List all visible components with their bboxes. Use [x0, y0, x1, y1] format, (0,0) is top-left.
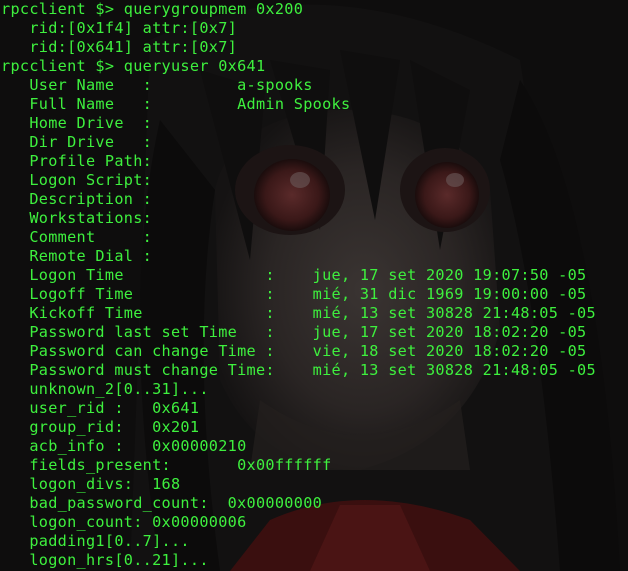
output-line: User Name : a-spooks [1, 76, 313, 94]
output-line: Password must change Time: mié, 13 set 3… [1, 361, 596, 379]
output-line: Logon Time : jue, 17 set 2020 19:07:50 -… [1, 266, 587, 284]
prompt-line: rpcclient $> queryuser 0x641 [1, 57, 266, 75]
output-line: logon_hrs[0..21]... [1, 551, 209, 569]
output-line: acb_info : 0x00000210 [1, 437, 247, 455]
output-line: fields_present: 0x00ffffff [1, 456, 332, 474]
output-line: Password last set Time : jue, 17 set 202… [1, 323, 587, 341]
output-line: rid:[0x641] attr:[0x7] [1, 38, 238, 56]
output-line: bad_password_count: 0x00000000 [1, 494, 323, 512]
output-line: unknown_2[0..31]... [1, 380, 209, 398]
prompt-line: rpcclient $> querygroupmem 0x200 [1, 0, 304, 18]
output-line: group_rid: 0x201 [1, 418, 200, 436]
output-line: Kickoff Time : mié, 13 set 30828 21:48:0… [1, 304, 596, 322]
output-line: Dir Drive : [1, 133, 153, 151]
output-line: Remote Dial : [1, 247, 153, 265]
output-line: Full Name : Admin Spooks [1, 95, 351, 113]
output-line: Password can change Time : vie, 18 set 2… [1, 342, 587, 360]
output-line: Home Drive : [1, 114, 153, 132]
output-line: logon_count: 0x00000006 [1, 513, 247, 531]
output-line: rid:[0x1f4] attr:[0x7] [1, 19, 238, 37]
terminal-output: rpcclient $> querygroupmem 0x200 rid:[0x… [1, 0, 596, 570]
output-line: Description : [1, 190, 153, 208]
terminal-window[interactable]: rpcclient $> querygroupmem 0x200 rid:[0x… [0, 0, 628, 571]
output-line: Comment : [1, 228, 153, 246]
output-line: padding1[0..7]... [1, 532, 190, 550]
output-line: user_rid : 0x641 [1, 399, 200, 417]
output-line: logon_divs: 168 [1, 475, 181, 493]
output-line: Workstations: [1, 209, 153, 227]
output-line: Logoff Time : mié, 31 dic 1969 19:00:00 … [1, 285, 587, 303]
output-line: Logon Script: [1, 171, 153, 189]
output-line: Profile Path: [1, 152, 153, 170]
